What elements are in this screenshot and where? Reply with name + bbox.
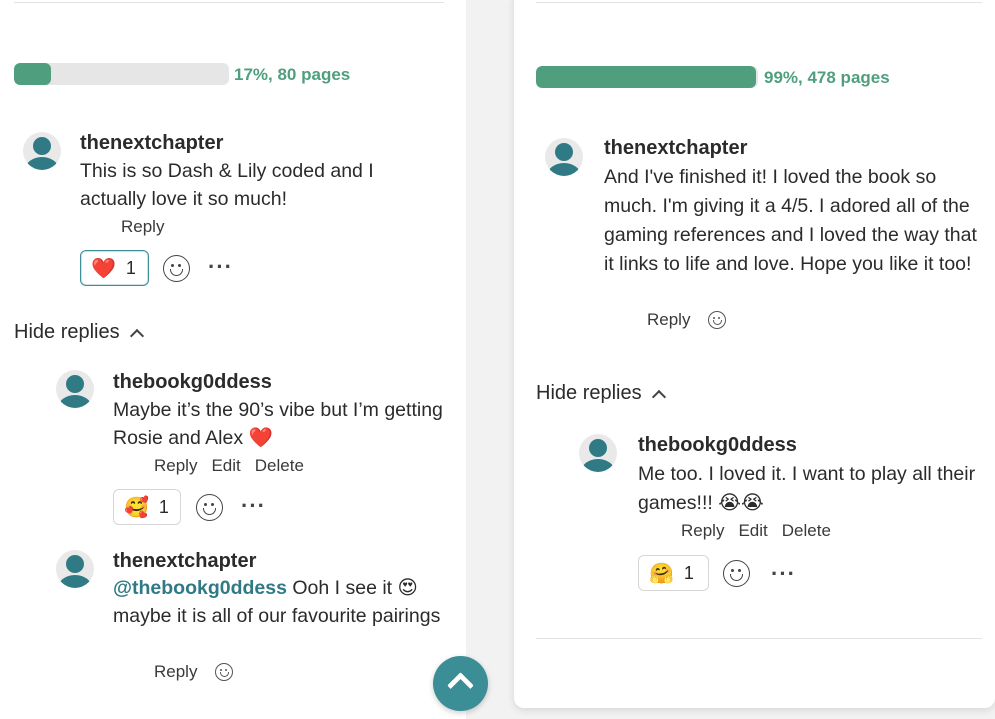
reply-button[interactable]: Reply [681, 521, 724, 541]
more-options-icon[interactable]: ··· [771, 563, 796, 585]
progress-bar [14, 63, 229, 85]
reply-username[interactable]: thebookg0ddess [638, 434, 797, 457]
more-options-icon[interactable]: ··· [208, 256, 233, 278]
add-reaction-smiley-icon[interactable] [163, 255, 190, 282]
reply-actions: Reply Edit Delete [681, 521, 845, 541]
hugging-face-emoji-icon: 🤗 [649, 562, 674, 585]
hide-replies-label: Hide replies [536, 382, 642, 404]
comment-text: This is so Dash & Lily coded and I actua… [80, 160, 374, 210]
reply-button[interactable]: Reply [121, 217, 164, 237]
progress-fill [14, 63, 51, 85]
reaction-count: 1 [158, 496, 169, 517]
add-reaction-smiley-icon[interactable] [723, 560, 750, 587]
reply-button[interactable]: Reply [647, 310, 690, 330]
avatar[interactable] [56, 550, 94, 588]
comment-username[interactable]: thenextchapter [604, 137, 747, 160]
avatar[interactable] [579, 434, 617, 472]
reaction-chip[interactable]: 🥰 1 [113, 489, 181, 525]
heart-emoji-icon: ❤️ [91, 257, 116, 280]
mention-link[interactable]: @thebookg0ddess [113, 577, 287, 599]
progress-fill [536, 66, 756, 88]
left-panel: 17%, 80 pages thenextchapter This is so … [0, 0, 466, 719]
smiley-icon[interactable] [708, 311, 727, 329]
edit-button[interactable]: Edit [738, 521, 767, 541]
chevron-up-icon [651, 389, 666, 404]
reaction-chip[interactable]: 🤗 1 [638, 555, 709, 591]
comment-actions: Reply [121, 217, 178, 237]
reply-username[interactable]: thenextchapter [113, 550, 256, 573]
comment-username[interactable]: thenextchapter [80, 132, 223, 155]
reply-actions: Reply Edit Delete [154, 456, 318, 476]
edit-button[interactable]: Edit [211, 456, 240, 476]
avatar[interactable] [545, 138, 583, 176]
divider [14, 2, 444, 3]
reaction-count: 1 [125, 257, 136, 278]
right-panel: 99%, 478 pages thenextchapter And I've f… [514, 0, 995, 708]
smiley-icon[interactable] [215, 663, 234, 681]
delete-button[interactable]: Delete [255, 456, 304, 476]
more-options-icon[interactable]: ··· [241, 495, 266, 517]
hide-replies-label: Hide replies [14, 321, 120, 343]
reply-actions: Reply [154, 662, 234, 682]
comment-text: And I've finished it! I loved the book s… [604, 166, 977, 275]
delete-button[interactable]: Delete [782, 521, 831, 541]
scroll-to-top-button[interactable] [433, 656, 488, 711]
progress-label: 99%, 478 pages [764, 68, 890, 87]
reply-text: Me too. I loved it. I want to play all t… [638, 463, 976, 514]
add-reaction-smiley-icon[interactable] [196, 494, 223, 521]
reply-button[interactable]: Reply [154, 456, 197, 476]
reply-text: Maybe it’s the 90’s vibe but I’m getting… [113, 399, 443, 449]
heart-reaction[interactable]: ❤️ 1 [80, 250, 149, 286]
hide-replies-toggle[interactable]: Hide replies [536, 382, 666, 405]
progress-label: 17%, 80 pages [234, 65, 351, 84]
chevron-up-icon [129, 328, 144, 343]
smiling-hearts-emoji-icon: 🥰 [124, 496, 149, 519]
chevron-up-icon [447, 672, 474, 699]
reply-text: @thebookg0ddess Ooh I see it 😍 maybe it … [113, 574, 453, 630]
divider [536, 2, 982, 3]
comment-actions: Reply [647, 310, 727, 330]
avatar[interactable] [56, 370, 94, 408]
progress-bar [536, 66, 758, 88]
divider [536, 638, 982, 639]
reply-username[interactable]: thebookg0ddess [113, 371, 272, 394]
reply-button[interactable]: Reply [154, 662, 197, 682]
hide-replies-toggle[interactable]: Hide replies [14, 321, 144, 344]
avatar[interactable] [23, 132, 61, 170]
reaction-count: 1 [683, 562, 694, 583]
